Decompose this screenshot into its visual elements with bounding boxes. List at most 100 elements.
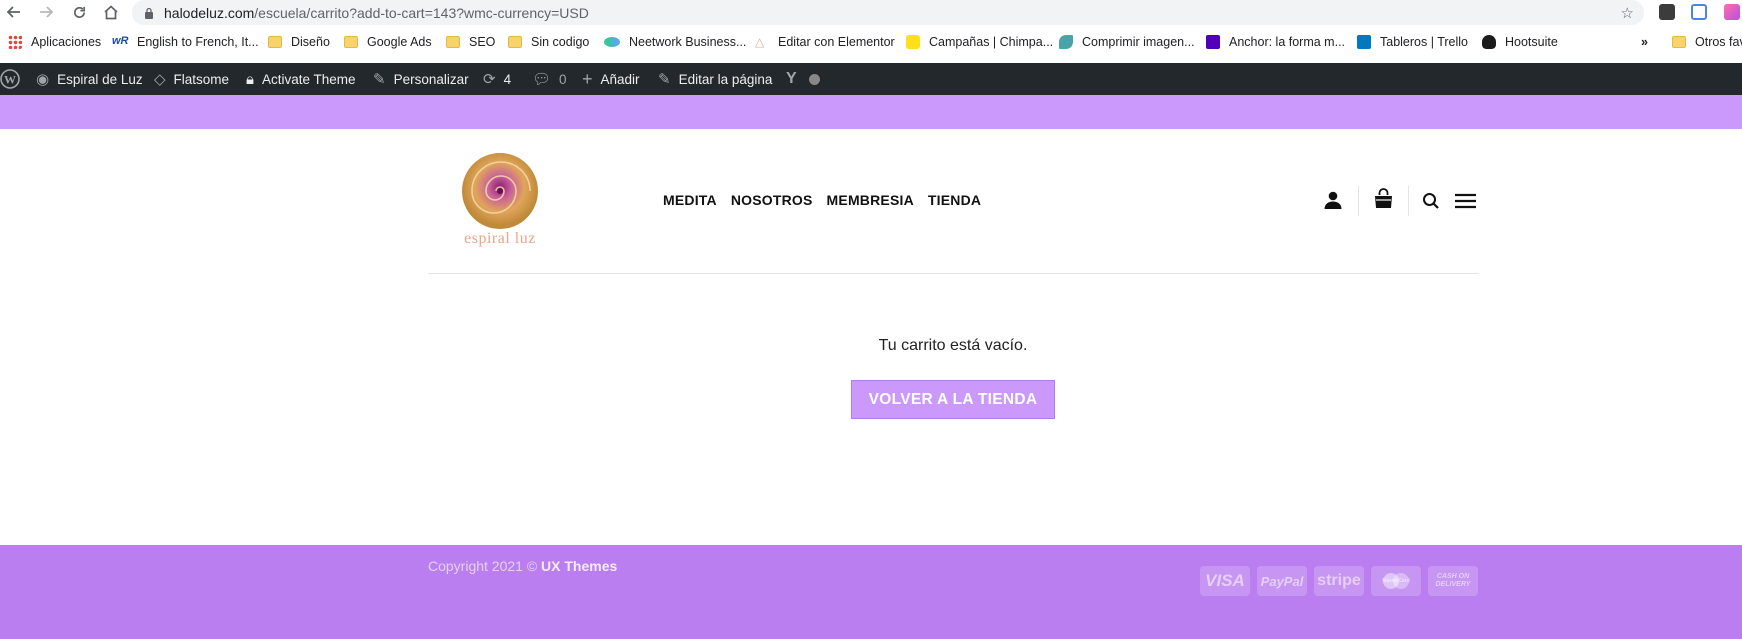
- extension-flow-icon[interactable]: [1659, 4, 1675, 20]
- wordreference-icon: wR: [112, 35, 129, 47]
- edit-page-label: Editar la página: [678, 71, 773, 87]
- folder-icon: [508, 36, 522, 48]
- mailchimp-icon: [906, 35, 920, 49]
- extension-pink-icon[interactable]: [1724, 4, 1740, 20]
- folder-icon: [1672, 36, 1686, 48]
- extension-blue-icon[interactable]: [1691, 4, 1707, 20]
- bookmark-hootsuite[interactable]: Hootsuite: [1482, 35, 1558, 49]
- stripe-icon: stripe: [1314, 566, 1364, 596]
- bookmark-comprimir[interactable]: Comprimir imagen...: [1059, 35, 1195, 49]
- bookmark-sin-codigo[interactable]: Sin codigo: [508, 35, 589, 49]
- back-arrow-icon[interactable]: [2, 0, 26, 24]
- dashboard-gauge-icon: ◉: [36, 71, 50, 88]
- bookmark-label: English to French, It...: [137, 35, 259, 49]
- folder-icon: [344, 36, 358, 48]
- cash-on-delivery-icon: CASH ON DELIVERY: [1428, 566, 1478, 596]
- header-divider: [1358, 186, 1359, 216]
- wp-add-new[interactable]: + Añadir: [582, 63, 640, 95]
- nav-item-tienda[interactable]: TIENDA: [928, 192, 981, 208]
- apps-grid-icon: [8, 35, 22, 49]
- bookmark-star-icon[interactable]: ☆: [1621, 4, 1634, 22]
- wp-activate-theme[interactable]: 🔒︎ Activate Theme: [246, 63, 356, 95]
- bookmark-anchor[interactable]: Anchor: la forma m...: [1206, 35, 1345, 49]
- nav-item-membresia[interactable]: MEMBRESIA: [827, 192, 914, 208]
- paypal-icon: PayPal: [1257, 566, 1307, 596]
- mastercard-icon: MasterCard: [1371, 566, 1421, 596]
- flatsome-diamond-icon: ◇: [154, 71, 166, 88]
- updates-count: 4: [503, 71, 512, 87]
- header-divider: [1408, 186, 1409, 216]
- bookmark-label: Neetwork Business...: [629, 35, 747, 49]
- wp-customize[interactable]: ✎ Personalizar: [373, 63, 469, 95]
- bookmark-google-ads[interactable]: Google Ads: [344, 35, 432, 49]
- bookmark-diseno[interactable]: Diseño: [268, 35, 330, 49]
- bookmark-label: Hootsuite: [1505, 35, 1558, 49]
- wp-site-name[interactable]: ◉ Espiral de Luz: [36, 63, 143, 95]
- shopping-bag-icon[interactable]: [1373, 188, 1394, 214]
- bookmark-trello[interactable]: Tableros | Trello: [1357, 35, 1468, 49]
- nav-item-medita[interactable]: MEDITA: [663, 192, 717, 208]
- bookmark-label: Diseño: [291, 35, 330, 49]
- bookmark-neetwork[interactable]: Neetwork Business...: [604, 35, 746, 49]
- copyright-brand-link[interactable]: UX Themes: [541, 558, 617, 574]
- trello-icon: [1357, 35, 1371, 49]
- hamburger-menu-icon[interactable]: [1455, 193, 1476, 214]
- yoast-seo-icon[interactable]: Y: [786, 63, 820, 95]
- updates-refresh-icon: ⟳: [483, 71, 496, 88]
- copyright-text: Copyright 2021 © UX Themes: [428, 558, 617, 574]
- bookmark-label: Otros fav: [1695, 35, 1742, 49]
- bookmark-label: Sin codigo: [531, 35, 590, 49]
- visa-icon: VISA: [1200, 566, 1250, 596]
- bookmark-mailchimp[interactable]: Campañas | Chimpa...: [906, 35, 1053, 49]
- url-path: /escuela/carrito?add-to-cart=143?wmc-cur…: [254, 4, 589, 21]
- wp-updates[interactable]: ⟳ 4: [483, 63, 511, 95]
- hootsuite-icon: [1482, 35, 1496, 49]
- search-icon[interactable]: [1422, 192, 1440, 215]
- wp-edit-page[interactable]: ✎ Editar la página: [658, 63, 772, 95]
- theme-label: Flatsome: [173, 71, 230, 87]
- payment-icons: VISA PayPal stripe MasterCard CASH ON DE…: [1200, 566, 1478, 596]
- header-divider-line: [428, 273, 1478, 274]
- bookmark-elementor[interactable]: △ Editar con Elementor: [755, 35, 895, 49]
- add-new-label: Añadir: [600, 71, 640, 87]
- seo-status-dot: [808, 73, 820, 85]
- bookmark-seo[interactable]: SEO: [446, 35, 495, 49]
- return-to-shop-button[interactable]: VOLVER A LA TIENDA: [851, 380, 1055, 419]
- pencil-icon: ✎: [658, 71, 671, 88]
- forward-arrow-icon[interactable]: [34, 0, 58, 24]
- more-chevron-icon[interactable]: »: [1641, 35, 1648, 49]
- wp-flatsome[interactable]: ◇ Flatsome: [154, 63, 229, 95]
- nav-item-nosotros[interactable]: NOSOTROS: [731, 192, 813, 208]
- elementor-icon: △: [755, 35, 765, 49]
- bookmark-label: Anchor: la forma m...: [1229, 35, 1346, 49]
- paintbrush-icon: ✎: [373, 71, 386, 88]
- cart-empty-message: Tu carrito está vacío.: [878, 337, 1028, 354]
- svg-text:W: W: [4, 73, 16, 87]
- wordpress-logo-icon[interactable]: W: [0, 63, 20, 95]
- url-host: halodeluz.com: [164, 4, 255, 21]
- customize-label: Personalizar: [393, 71, 469, 87]
- mastercard-label: MasterCard: [1382, 578, 1410, 584]
- bookmark-label: Google Ads: [367, 35, 432, 49]
- wp-comments[interactable]: 💬︎ 0: [532, 63, 567, 95]
- wp-admin-bar: W ◉ Espiral de Luz ◇ Flatsome 🔒︎ Activat…: [0, 63, 1742, 95]
- site-logo[interactable]: espiral luz: [452, 150, 548, 250]
- compress-icon: [1059, 35, 1073, 49]
- bookmarks-bar: Aplicaciones wR English to French, It...…: [0, 31, 1742, 56]
- bookmark-label: Tableros | Trello: [1380, 35, 1469, 49]
- home-icon[interactable]: [99, 0, 123, 24]
- address-bar[interactable]: halodeluz.com/escuela/carrito?add-to-car…: [132, 0, 1644, 25]
- comments-count: 0: [559, 71, 567, 87]
- comment-bubble-icon: 💬︎: [532, 71, 552, 88]
- bookmark-aplicaciones[interactable]: Aplicaciones: [8, 35, 101, 49]
- account-user-icon[interactable]: [1323, 190, 1343, 215]
- anchor-icon: [1206, 35, 1220, 49]
- reload-icon[interactable]: [67, 0, 91, 24]
- bookmark-label: Aplicaciones: [31, 35, 102, 49]
- bookmark-wordreference[interactable]: wR English to French, It...: [112, 35, 259, 49]
- bookmark-otros[interactable]: Otros fav: [1672, 35, 1742, 49]
- activate-label: Activate Theme: [261, 71, 356, 87]
- site-name-label: Espiral de Luz: [57, 71, 143, 87]
- bookmark-label: Comprimir imagen...: [1082, 35, 1195, 49]
- site-footer: Copyright 2021 © UX Themes VISA PayPal s…: [0, 545, 1742, 639]
